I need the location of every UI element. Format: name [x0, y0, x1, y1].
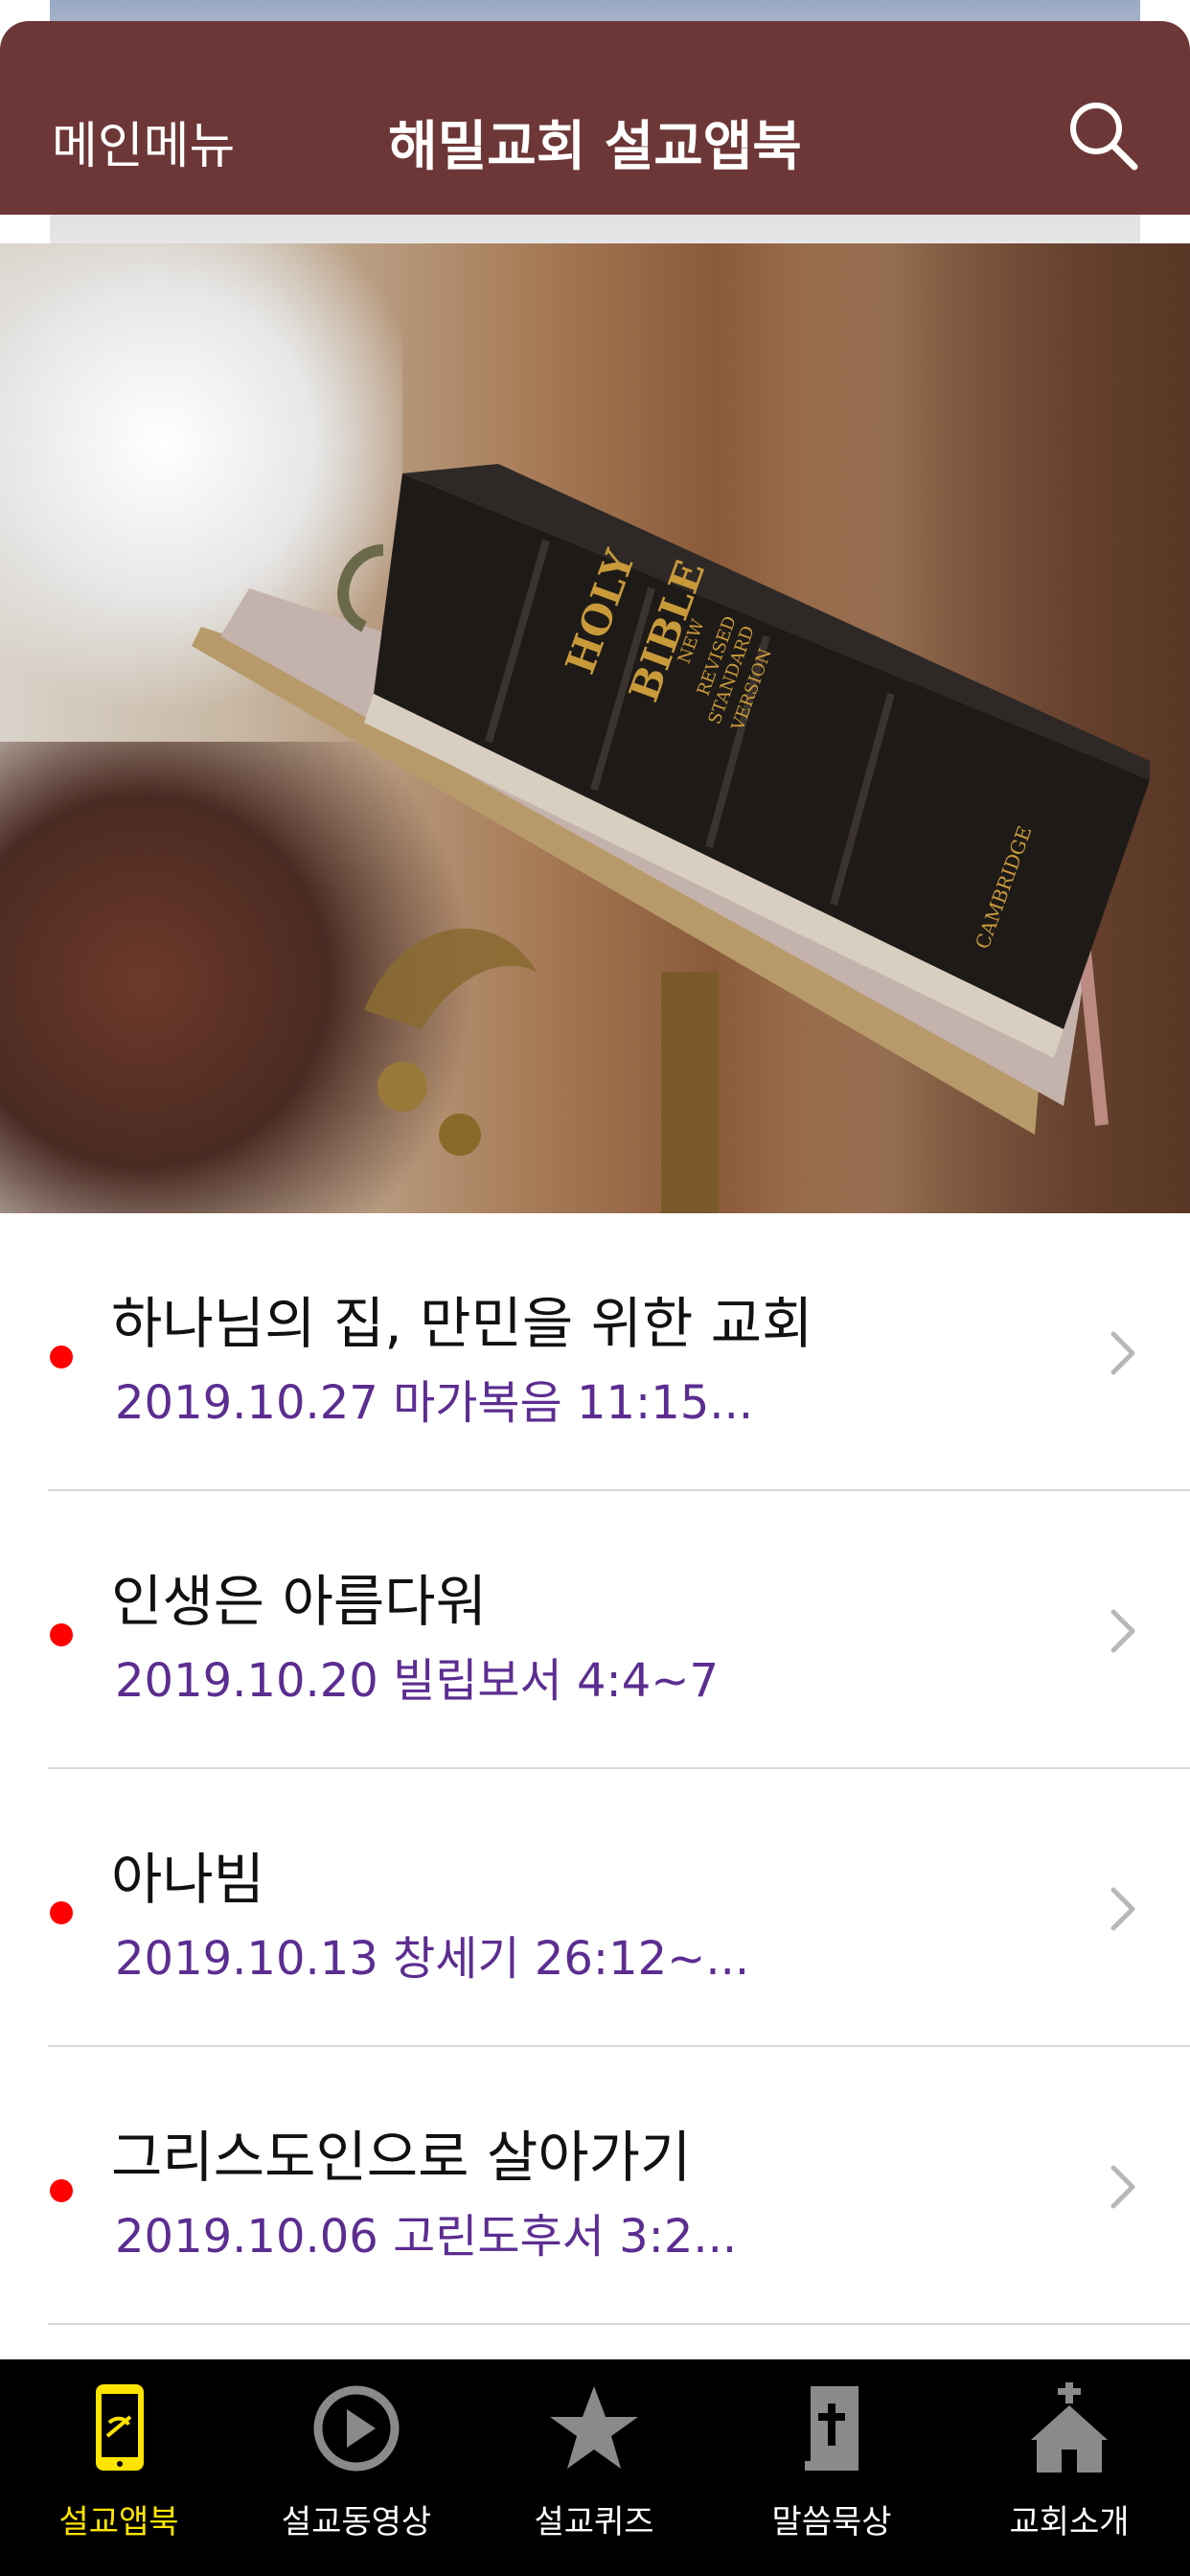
tab-church-intro[interactable]: 교회소개: [950, 2359, 1188, 2576]
bullet-dot: [50, 1346, 73, 1368]
sermon-title: 하나님의 집, 만민을 위한 교회: [111, 1291, 813, 1356]
bible-cross-icon: [805, 2386, 858, 2471]
bullet-dot: [50, 2179, 73, 2202]
sermon-list-item[interactable]: 그리스도인으로 살아가기 2019.10.06 고린도후서 3:2...: [48, 2047, 1190, 2325]
bullet-dot: [50, 1901, 73, 1924]
tab-word-meditation[interactable]: 말씀묵상: [713, 2359, 950, 2576]
sermon-subtitle: 2019.10.06 고린도후서 3:2...: [115, 2210, 738, 2264]
tab-label: 설교앱북: [58, 2503, 179, 2542]
phone-book-icon: [96, 2384, 144, 2471]
star-icon: [550, 2386, 638, 2469]
tab-sermon-quiz[interactable]: 설교퀴즈: [475, 2359, 713, 2576]
sermon-list-item[interactable]: 아나빔 2019.10.13 창세기 26:12~...: [48, 1769, 1190, 2047]
sermon-title: 아나빔: [111, 1847, 265, 1912]
tab-sermon-video[interactable]: 설교동영상: [238, 2359, 475, 2576]
tab-label: 설교퀴즈: [534, 2503, 654, 2542]
sermon-title: 그리스도인으로 살아가기: [111, 2125, 692, 2190]
sermon-list-item[interactable]: 하나님의 집, 만민을 위한 교회 2019.10.27 마가복음 11:15.…: [48, 1213, 1190, 1491]
tab-label: 말씀묵상: [771, 2503, 892, 2542]
hero-image: HOLY BIBLE NEW REVISED STANDARD VERSION …: [0, 243, 1190, 1213]
chevron-right-icon: [1110, 1887, 1135, 1931]
sermon-title: 인생은 아름다워: [111, 1569, 487, 1634]
play-circle-icon: [313, 2385, 400, 2472]
church-icon: [1031, 2382, 1108, 2472]
chevron-right-icon: [1110, 1609, 1135, 1653]
bullet-dot: [50, 1623, 73, 1646]
sermon-list: 하나님의 집, 만민을 위한 교회 2019.10.27 마가복음 11:15.…: [0, 1213, 1190, 2325]
app-title: 해밀교회 설교앱북: [388, 116, 802, 178]
tab-sermon-appbook[interactable]: 설교앱북: [0, 2359, 238, 2576]
sermon-list-item[interactable]: 인생은 아름다워 2019.10.20 빌립보서 4:4~7: [48, 1491, 1190, 1769]
tab-label: 설교동영상: [281, 2503, 432, 2542]
sermon-subtitle: 2019.10.13 창세기 26:12~...: [115, 1932, 750, 1986]
search-icon[interactable]: [1065, 98, 1142, 174]
tab-label: 교회소개: [1009, 2503, 1130, 2542]
chevron-right-icon: [1110, 1331, 1135, 1375]
bottom-tab-bar: 설교앱북 설교동영상 설교퀴즈 말씀묵상 교회소개: [0, 2359, 1190, 2576]
sermon-subtitle: 2019.10.27 마가복음 11:15...: [115, 1376, 754, 1430]
sermon-subtitle: 2019.10.20 빌립보서 4:4~7: [115, 1654, 719, 1708]
app-header: 메인메뉴 해밀교회 설교앱북: [0, 21, 1190, 215]
chevron-right-icon: [1110, 2165, 1135, 2209]
